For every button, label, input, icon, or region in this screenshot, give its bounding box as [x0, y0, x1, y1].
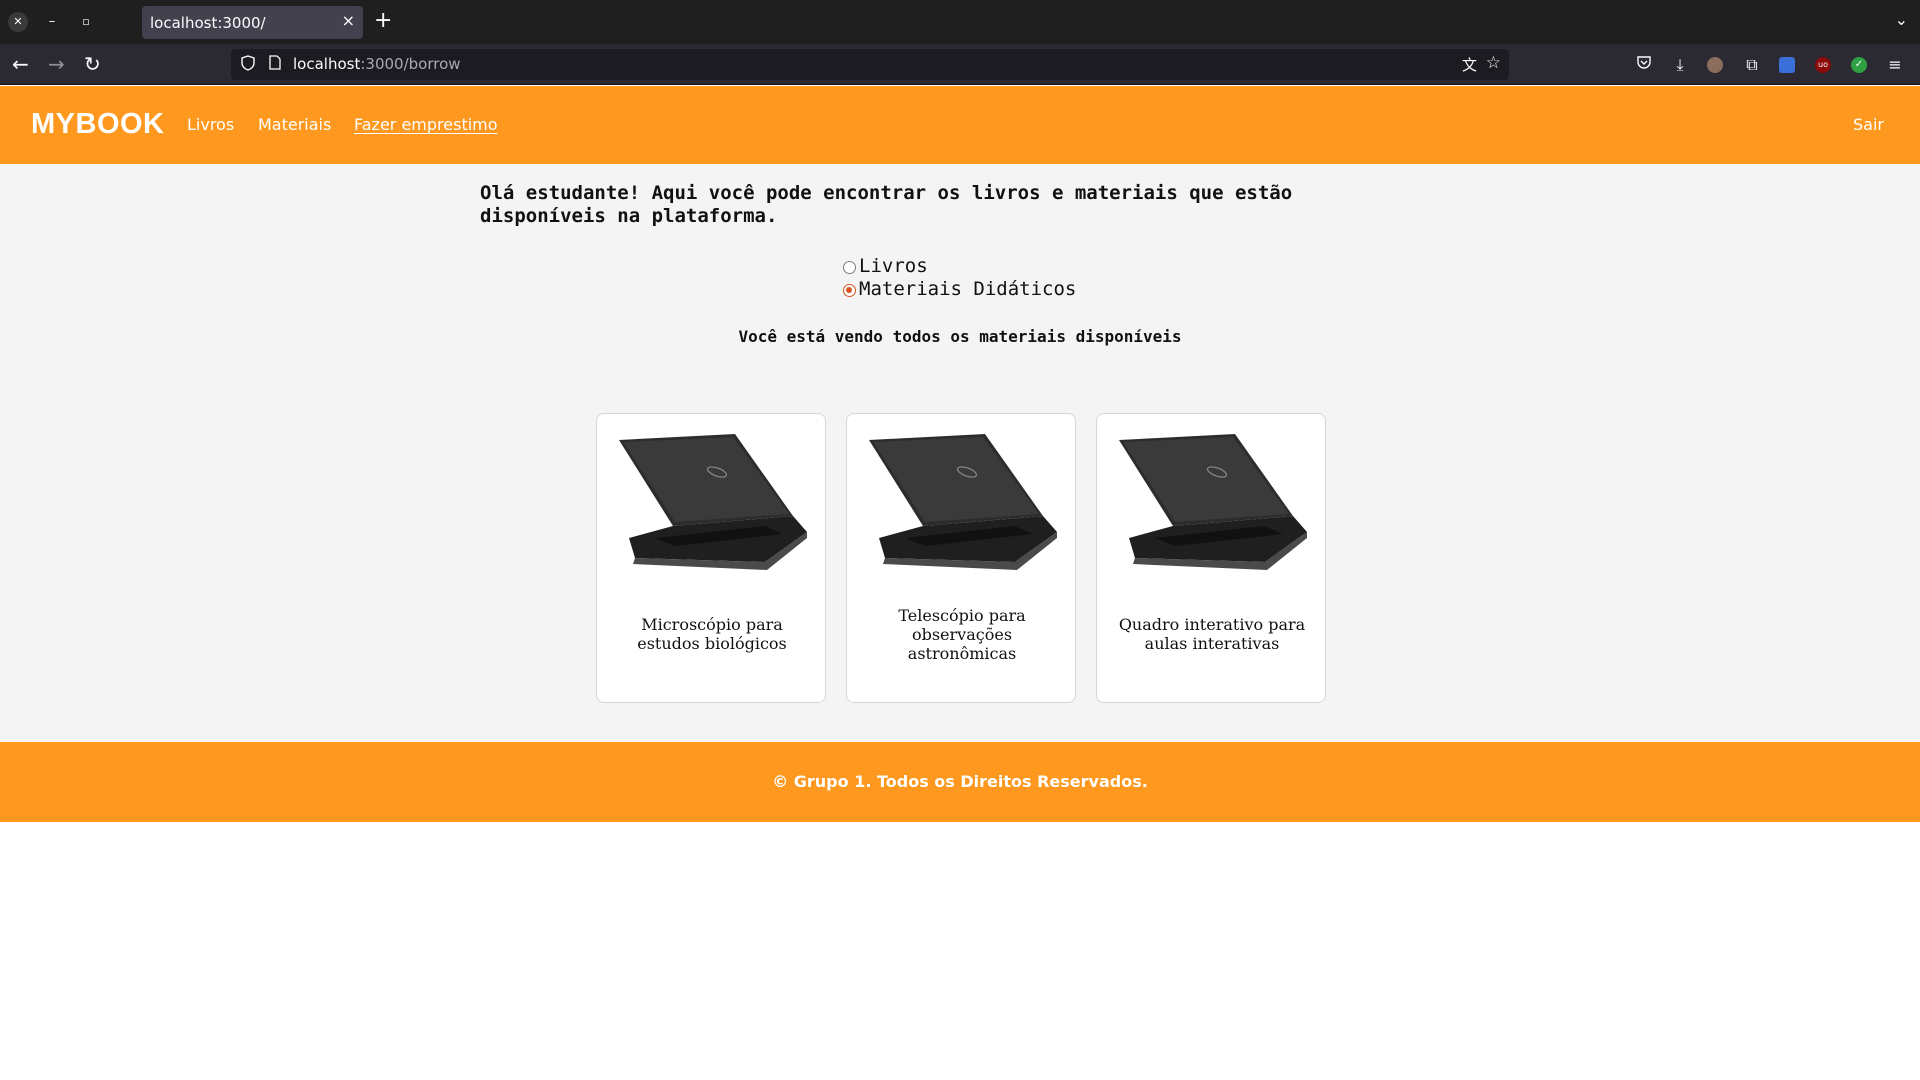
- back-icon[interactable]: ←: [12, 52, 29, 76]
- page-icon[interactable]: [269, 55, 281, 74]
- web-page: MYBOOK Livros Materiais Fazer emprestimo…: [0, 86, 1920, 1080]
- browser-tab[interactable]: localhost:3000/ ×: [142, 6, 363, 39]
- new-tab-icon[interactable]: +: [374, 8, 392, 34]
- material-type-filter: Livros Materiais Didáticos: [843, 254, 1076, 300]
- tab-close-icon[interactable]: ×: [342, 11, 355, 30]
- radio-materiais-didaticos[interactable]: [843, 283, 856, 297]
- site-logo[interactable]: MYBOOK: [31, 108, 165, 141]
- nav-link-livros[interactable]: Livros: [187, 115, 234, 134]
- url-text[interactable]: localhost:3000/borrow: [293, 55, 461, 73]
- url-path: :3000/borrow: [360, 55, 461, 73]
- nav-link-fazer-emprestimo[interactable]: Fazer emprestimo: [354, 115, 498, 134]
- tab-list-chevron-icon[interactable]: ⌄: [1895, 10, 1908, 29]
- radio-label-livros[interactable]: Livros: [859, 255, 928, 277]
- window-minimize-icon[interactable]: –: [42, 12, 62, 32]
- pocket-icon[interactable]: [1633, 54, 1655, 76]
- laptop-image: [615, 434, 809, 574]
- nav-link-materiais[interactable]: Materiais: [258, 115, 331, 134]
- laptop-image: [865, 434, 1059, 574]
- laptop-image: [1115, 434, 1309, 574]
- logout-link[interactable]: Sair: [1853, 115, 1884, 134]
- extensions-icon[interactable]: ⧉: [1741, 54, 1763, 76]
- radio-option-livros[interactable]: Livros: [843, 254, 1076, 277]
- extension-blue-icon[interactable]: [1779, 57, 1795, 73]
- material-card-title[interactable]: Quadro interativo para aulas interativas: [1112, 584, 1312, 684]
- browser-nav-bar: ← → ↻ localhost:3000/borrow 文 ☆ ⤓ ⧉ uo ✓…: [0, 44, 1920, 85]
- account-icon[interactable]: [1707, 57, 1723, 73]
- extension-check-icon[interactable]: ✓: [1851, 57, 1867, 73]
- material-card-title[interactable]: Microscópio para estudos biológicos: [612, 584, 812, 684]
- star-icon[interactable]: ☆: [1486, 53, 1501, 73]
- radio-option-materiais[interactable]: Materiais Didáticos: [843, 277, 1076, 300]
- intro-text: Olá estudante! Aqui você pode encontrar …: [480, 182, 1293, 227]
- url-host: localhost: [293, 55, 361, 73]
- window-restore-icon[interactable]: ▫: [76, 12, 96, 32]
- ublock-icon[interactable]: uo: [1815, 57, 1831, 73]
- menu-icon[interactable]: ≡: [1884, 54, 1906, 76]
- radio-livros[interactable]: [843, 260, 856, 274]
- material-card[interactable]: Telescópio para observações astronômicas: [846, 413, 1076, 703]
- listing-subtitle: Você está vendo todos os materiais dispo…: [738, 327, 1182, 346]
- browser-tab-bar: ✕ – ▫ localhost:3000/ × + ⌄: [0, 0, 1920, 44]
- main-content: Olá estudante! Aqui você pode encontrar …: [0, 164, 1920, 742]
- reload-icon[interactable]: ↻: [84, 52, 101, 76]
- translate-icon[interactable]: 文: [1462, 54, 1477, 75]
- site-footer: © Grupo 1. Todos os Direitos Reservados.: [0, 742, 1920, 822]
- tab-title: localhost:3000/: [150, 14, 266, 32]
- site-header: MYBOOK Livros Materiais Fazer emprestimo…: [0, 86, 1920, 164]
- footer-copyright: © Grupo 1. Todos os Direitos Reservados.: [772, 772, 1148, 791]
- url-bar[interactable]: localhost:3000/borrow 文 ☆: [231, 49, 1509, 80]
- material-card[interactable]: Quadro interativo para aulas interativas: [1096, 413, 1326, 703]
- material-card-title[interactable]: Telescópio para observações astronômicas: [862, 584, 1062, 684]
- shield-icon[interactable]: [241, 55, 257, 73]
- download-icon[interactable]: ⤓: [1669, 54, 1691, 76]
- forward-icon[interactable]: →: [48, 52, 65, 76]
- radio-label-materiais[interactable]: Materiais Didáticos: [859, 278, 1076, 300]
- material-card[interactable]: Microscópio para estudos biológicos: [596, 413, 826, 703]
- window-close-icon[interactable]: ✕: [8, 12, 28, 32]
